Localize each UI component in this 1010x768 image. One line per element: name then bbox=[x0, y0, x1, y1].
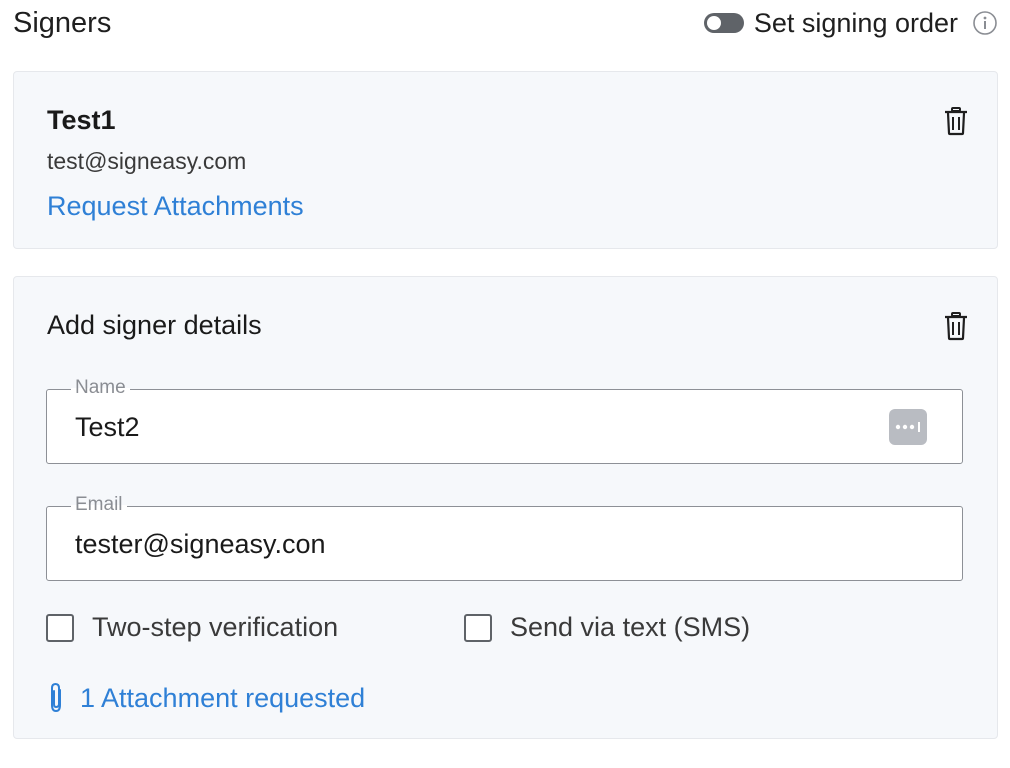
signer-email: test@signeasy.com bbox=[47, 148, 247, 174]
signer-card-1: Test1 test@signeasy.com Request Attachme… bbox=[13, 71, 998, 249]
attachment-requested-row[interactable]: 1 Attachment requested bbox=[46, 682, 365, 714]
name-field-label: Name bbox=[71, 376, 130, 400]
two-step-option: Two-step verification bbox=[46, 612, 338, 643]
two-step-checkbox[interactable] bbox=[46, 613, 74, 642]
sms-label: Send via text (SMS) bbox=[510, 612, 751, 642]
toggle-knob bbox=[706, 16, 721, 30]
sms-option: Send via text (SMS) bbox=[464, 612, 750, 643]
attachment-requested-link[interactable]: 1 Attachment requested bbox=[80, 683, 365, 714]
delete-signer-1-button[interactable] bbox=[943, 106, 969, 136]
email-input[interactable]: tester@signeasy.con bbox=[75, 529, 326, 560]
signer-name: Test1 bbox=[47, 105, 116, 135]
trash-icon bbox=[945, 312, 967, 341]
paperclip-icon bbox=[51, 682, 61, 713]
add-signer-title: Add signer details bbox=[47, 310, 262, 340]
trash-icon bbox=[945, 107, 967, 136]
signing-order-toggle[interactable] bbox=[703, 13, 744, 33]
email-field[interactable]: Email tester@signeasy.con bbox=[46, 493, 963, 581]
signing-order-control: Set signing order bbox=[703, 5, 998, 41]
name-input[interactable]: Test2 bbox=[75, 412, 140, 443]
request-attachments-link[interactable]: Request Attachments bbox=[47, 191, 304, 222]
sms-checkbox[interactable] bbox=[464, 613, 492, 642]
password-manager-icon[interactable] bbox=[889, 409, 927, 445]
two-step-label: Two-step verification bbox=[92, 612, 339, 642]
name-field[interactable]: Name Test2 bbox=[46, 376, 963, 464]
signer-card-2: Add signer details Name Test2 Email test… bbox=[13, 276, 998, 739]
signers-title: Signers bbox=[13, 7, 112, 39]
signing-order-label: Set signing order bbox=[753, 7, 958, 38]
info-icon[interactable] bbox=[972, 10, 998, 36]
signers-panel: Signers Set signing order Test1 test@sig… bbox=[0, 0, 1010, 768]
email-field-label: Email bbox=[71, 493, 127, 517]
delete-signer-2-button[interactable] bbox=[943, 311, 969, 341]
